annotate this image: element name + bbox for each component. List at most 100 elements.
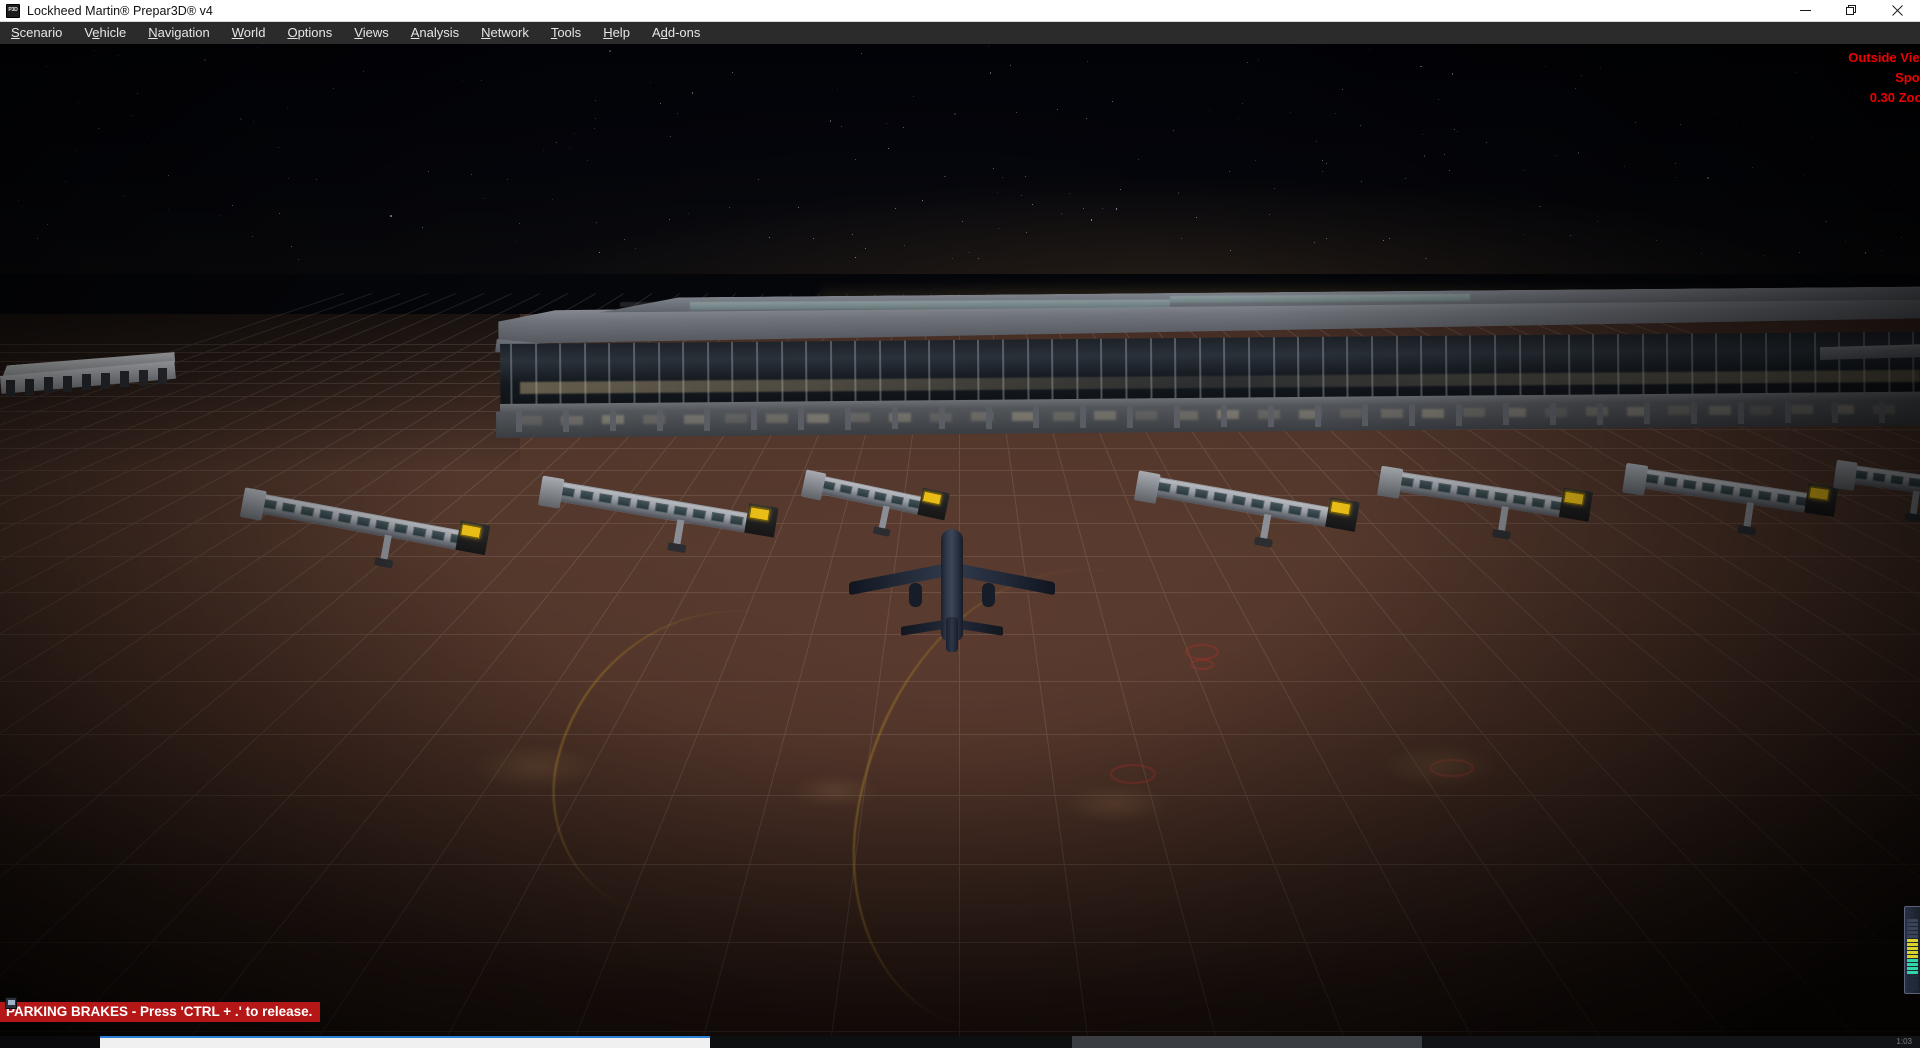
terminal-win-glow: [848, 413, 870, 423]
menu-item-network[interactable]: Network: [470, 22, 540, 44]
terminal-mullion: [657, 342, 661, 405]
jetway-window: [1418, 479, 1433, 491]
jetway-window: [579, 490, 594, 502]
menu-item-world[interactable]: World: [221, 22, 277, 44]
jetway-window: [1776, 493, 1791, 505]
jetway-window: [1719, 485, 1735, 496]
jetway-window: [1250, 498, 1265, 510]
jetway-window: [598, 493, 613, 505]
aircraft-right-engine: [982, 583, 995, 607]
terminal-col: [1503, 403, 1509, 426]
terminal-col: [63, 375, 72, 392]
jetway-window: [1175, 485, 1190, 497]
menu-item-analysis[interactable]: Analysis: [400, 22, 470, 44]
terminal-win-glow: [1791, 405, 1813, 415]
jetway-window: [1738, 487, 1753, 499]
jetway-window: [1872, 472, 1886, 483]
jetway-rotunda: [800, 469, 827, 501]
gauge-segment: [1907, 951, 1918, 954]
terminal-win-glow: [1668, 406, 1690, 416]
terminal-mullion: [1641, 334, 1645, 397]
terminal-col: [563, 409, 569, 432]
terminal-mullion: [608, 343, 611, 406]
terminal-col: [986, 406, 992, 429]
terminal-col: [1174, 405, 1180, 428]
minimize-button[interactable]: [1782, 0, 1828, 22]
taskbar-start-button[interactable]: [0, 1036, 100, 1048]
gauge-segment: [1907, 943, 1918, 946]
menu-item-scenario[interactable]: Scenario: [0, 22, 73, 44]
terminal-mullion: [706, 342, 710, 405]
terminal-mullion: [952, 340, 956, 403]
terminal-mullion: [1075, 338, 1079, 401]
close-button[interactable]: [1874, 0, 1920, 22]
terminal-mullion: [1690, 333, 1694, 396]
terminal-col: [1221, 405, 1227, 428]
terminal-mullion: [1026, 339, 1030, 402]
taskbar-active-window-button[interactable]: [100, 1036, 710, 1048]
menu-item-vehicle[interactable]: Vehicle: [73, 22, 137, 44]
windows-taskbar[interactable]: 1:03: [0, 1036, 1920, 1048]
view-info-overlay: Outside View: Spot 0.30 Zoom: [1848, 48, 1920, 108]
terminal-col: [25, 378, 34, 395]
terminal-col: [158, 368, 167, 384]
gauge-segment: [1907, 979, 1918, 982]
terminal-mullion: [1813, 332, 1817, 395]
terminal-mullion: [1715, 333, 1718, 396]
terminal-win-glow: [684, 414, 706, 424]
menu-item-views[interactable]: Views: [343, 22, 399, 44]
taskbar-tray-area[interactable]: [1422, 1036, 1920, 1048]
jetway-window: [1493, 491, 1508, 503]
aircraft-vertical-stabilizer: [946, 617, 958, 652]
taskbar-clock[interactable]: 1:03: [1896, 1036, 1912, 1048]
terminal-mullion: [1297, 337, 1300, 400]
menu-mnemonic: e: [92, 25, 100, 40]
menu-item-navigation[interactable]: Navigation: [137, 22, 220, 44]
terminal-col: [610, 409, 616, 432]
jetway-window: [1854, 470, 1868, 481]
terminal-mullion: [928, 340, 931, 403]
jetway-window: [1212, 491, 1228, 504]
aircraft-left-wing: [849, 563, 945, 596]
terminal-col: [657, 409, 663, 432]
terminal-win-glow: [1422, 408, 1444, 418]
taskbar-window-button[interactable]: [1072, 1036, 1422, 1048]
gauge-segment: [1907, 987, 1918, 990]
terminal-mullion: [731, 341, 734, 404]
menu-mnemonic: W: [231, 25, 244, 40]
terminal-mullion: [682, 342, 685, 405]
terminal-mullion: [1001, 339, 1005, 402]
terminal-win-glow: [725, 414, 747, 424]
terminal-mullion: [534, 343, 538, 406]
terminal-mullion: [1247, 337, 1251, 400]
terminal-col: [1785, 401, 1791, 424]
terminal-win-glow: [1135, 410, 1157, 420]
gauge-segment: [1907, 967, 1918, 970]
terminal-mullion: [1100, 338, 1103, 401]
terminal-mullion: [1444, 335, 1448, 398]
window-title: Lockheed Martin® Prepar3D® v4: [27, 3, 213, 18]
gauge-segment: [1907, 983, 1918, 986]
simulation-viewport[interactable]: Outside View: Spot 0.30 Zoom PARKING BRA…: [0, 44, 1920, 1036]
terminal-mullion: [1592, 334, 1595, 397]
jetway-window: [1269, 501, 1284, 513]
user-aircraft: [845, 527, 1060, 652]
menu-item-add-ons[interactable]: Add-ons: [641, 22, 711, 44]
menu-item-tools[interactable]: Tools: [540, 22, 592, 44]
terminal-col: [120, 371, 129, 387]
gauge-segment: [1907, 971, 1918, 974]
terminal-mullion: [1862, 332, 1866, 395]
maximize-restore-button[interactable]: [1828, 0, 1874, 22]
terminal-mullion: [780, 341, 784, 404]
menu-mnemonic: d: [660, 25, 668, 40]
terminal-col: [516, 410, 522, 432]
gauge-segment: [1907, 959, 1918, 962]
menu-item-help[interactable]: Help: [592, 22, 641, 44]
jetway-window: [710, 512, 725, 524]
terminal-col: [845, 407, 851, 430]
application-window: P3D Lockheed Martin® Prepar3D® v4 Scenar…: [0, 0, 1920, 1048]
jetway-rotunda: [1377, 465, 1404, 499]
vertical-led-bar-gauge[interactable]: [1904, 906, 1920, 994]
menu-item-options[interactable]: Options: [276, 22, 343, 44]
jetway-window: [1456, 485, 1471, 497]
